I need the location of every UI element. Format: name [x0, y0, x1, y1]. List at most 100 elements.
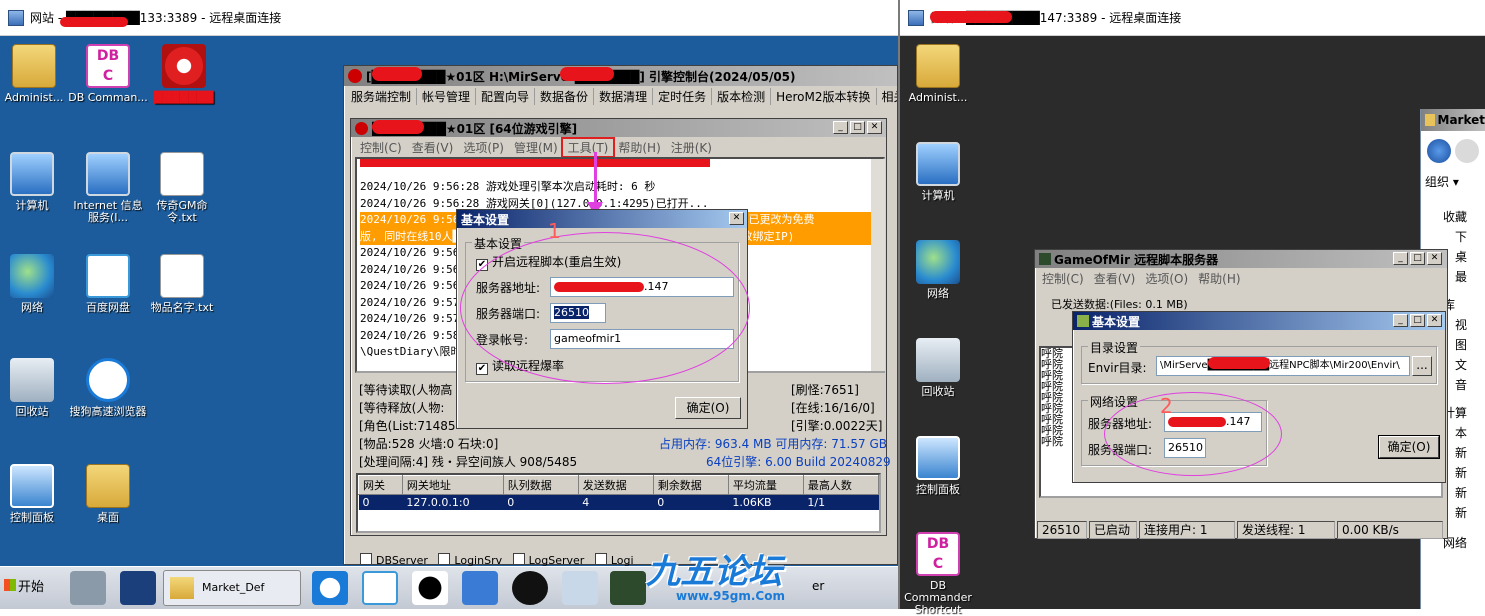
close-button[interactable]: ✕	[1427, 252, 1442, 265]
redaction-blob	[930, 11, 1012, 23]
ok-button[interactable]: 确定(O)	[675, 397, 741, 419]
dialog-titlebar[interactable]: 基本设置	[457, 210, 747, 228]
desktop-icon-redacted[interactable]: ███████	[144, 44, 224, 104]
menu-data-clean[interactable]: 数据清理	[594, 88, 654, 105]
menu-help[interactable]: 帮助(H)	[613, 139, 665, 156]
desktop-icon-control-panel[interactable]: 控制面板	[0, 464, 72, 524]
taskbar-market-def[interactable]: Market_Def	[163, 570, 301, 606]
desktop-icon-network-right[interactable]: 网络	[898, 240, 978, 300]
desktop-icon-admin-right[interactable]: Administ...	[898, 44, 978, 104]
dialog-titlebar[interactable]: 基本设置	[1073, 312, 1445, 330]
close-button[interactable]: ✕	[867, 121, 882, 134]
desktop-icon-baidu[interactable]: 百度网盘	[68, 254, 148, 314]
organize-menu[interactable]: 组织 ▾	[1425, 173, 1459, 190]
menu-view[interactable]: 查看(V)	[407, 139, 459, 156]
menu-scheduled-tasks[interactable]: 定时任务	[653, 88, 713, 105]
desktop-icon-iis[interactable]: Internet 信息服务(I...	[68, 152, 148, 224]
menu-options[interactable]: 选项(O)	[1140, 270, 1193, 287]
menu-manage[interactable]: 管理(M)	[509, 139, 563, 156]
script-server-titlebar[interactable]: GameOfMir 远程脚本服务器	[1035, 250, 1447, 268]
minimize-button[interactable]: _	[833, 121, 848, 134]
menu-server-control[interactable]: 服务端控制	[346, 88, 418, 105]
col-max-users[interactable]: 最高人数	[802, 475, 879, 495]
col-sent[interactable]: 发送数据	[577, 475, 654, 495]
status-port: 26510	[1037, 521, 1087, 539]
close-button[interactable]: ✕	[729, 212, 744, 225]
menu-control[interactable]: 控制(C)	[1037, 270, 1089, 287]
target-icon	[162, 44, 206, 88]
gateway-table[interactable]: 网关 网关地址 队列数据 发送数据 剩余数据 平均流量 最高人数 0 127.0…	[356, 473, 881, 533]
col-remaining[interactable]: 剩余数据	[652, 475, 729, 495]
dbc-icon: DB C	[916, 532, 960, 576]
maximize-button[interactable]: □	[850, 121, 865, 134]
col-gateway-addr[interactable]: 网关地址	[401, 475, 504, 495]
desktop-icon-sogou[interactable]: 搜狗高速浏览器	[68, 358, 148, 418]
server-manager-icon[interactable]	[70, 571, 106, 605]
network-globe-icon	[10, 254, 54, 298]
stat-line: [等待读取(人物高	[359, 383, 453, 397]
desktop-icon-desktop[interactable]: 桌面	[68, 464, 148, 524]
desktop-icon-admin[interactable]: Administ...	[0, 44, 74, 104]
envir-dir-input[interactable]: \MirServe████████远程NPC脚本\Mir200\Envir\	[1156, 356, 1410, 376]
rdp-left-titlebar[interactable]: 网站 - ████████133:3389 - 远程桌面连接	[0, 0, 898, 36]
desktop-icon-network[interactable]: 网络	[0, 254, 72, 314]
desktop-icon-recycle[interactable]: 回收站	[0, 358, 72, 418]
col-queue[interactable]: 队列数据	[502, 475, 579, 495]
start-button[interactable]: 开始	[0, 575, 48, 601]
mir-engine-icon[interactable]	[610, 571, 646, 605]
search-tool-icon[interactable]	[562, 571, 598, 605]
menu-register[interactable]: 注册(K)	[666, 139, 717, 156]
explorer-titlebar[interactable]: Market	[1421, 109, 1485, 131]
envir-label: Envir目录:	[1088, 361, 1147, 375]
browse-button[interactable]: ...	[1412, 356, 1432, 376]
game-engine-menu: 控制(C) 查看(V) 选项(P) 管理(M) 工具(T) 帮助(H) 注册(K…	[351, 137, 886, 158]
control-panel-icon	[10, 464, 54, 508]
yin-yang-icon[interactable]	[412, 571, 448, 605]
desktop-icon-control-panel-right[interactable]: 控制面板	[898, 436, 978, 496]
powershell-icon[interactable]	[120, 571, 156, 605]
menu-view[interactable]: 查看(V)	[1089, 270, 1141, 287]
text-file-icon	[160, 152, 204, 196]
menu-related[interactable]: 相关	[877, 88, 897, 105]
menu-config-wizard[interactable]: 配置向导	[476, 88, 536, 105]
apple-blue-icon[interactable]	[462, 571, 498, 605]
close-button[interactable]: ✕	[1427, 314, 1442, 327]
desktop-icon-computer-right[interactable]: 计算机	[898, 142, 978, 202]
engine-console-titlebar[interactable]: [████████★01区 H:\MirServer███████] 引擎控制台…	[344, 66, 897, 86]
forward-button[interactable]	[1455, 139, 1479, 163]
app-d-icon	[348, 69, 362, 83]
ok-button[interactable]: 确定(O)	[1378, 435, 1440, 459]
nav-item[interactable]: 下	[1443, 227, 1467, 247]
build-status: 64位引擎: 6.00 Build 20240829	[706, 455, 891, 469]
desktop-icon-computer[interactable]: 计算机	[0, 152, 72, 212]
menu-options[interactable]: 选项(P)	[458, 139, 509, 156]
menu-data-backup[interactable]: 数据备份	[535, 88, 595, 105]
minimize-button[interactable]: _	[1393, 252, 1408, 265]
desktop-icon-item-names[interactable]: 物品名字.txt	[142, 254, 222, 314]
desktop-icon-dbcommander[interactable]: DB C DB Comman...	[68, 44, 148, 104]
game-engine-titlebar[interactable]: ████████★01区 [64位游戏引擎]	[351, 119, 886, 137]
menu-help[interactable]: 帮助(H)	[1193, 270, 1245, 287]
sogou-taskbar-icon[interactable]	[312, 571, 348, 605]
back-button[interactable]	[1427, 139, 1451, 163]
apple-black-icon[interactable]	[512, 571, 548, 605]
col-avg-traffic[interactable]: 平均流量	[727, 475, 804, 495]
maximize-button[interactable]: □	[1410, 252, 1425, 265]
nav-favorites[interactable]: 收藏	[1443, 207, 1467, 227]
menu-version-check[interactable]: 版本检测	[712, 88, 772, 105]
redaction-blob	[372, 67, 422, 81]
baidu-taskbar-icon[interactable]	[362, 571, 398, 605]
desktop-icon-gm-commands[interactable]: 传奇GM命令.txt	[142, 152, 222, 224]
menu-account-mgmt[interactable]: 帐号管理	[417, 88, 477, 105]
maximize-button[interactable]: □	[1410, 314, 1425, 327]
desktop-icon-dbc-right[interactable]: DB C DB Commander Shortcut	[898, 532, 978, 616]
taskbar-server-tail[interactable]: er	[812, 579, 824, 593]
desktop-icon-recycle-right[interactable]: 回收站	[898, 338, 978, 398]
menu-control[interactable]: 控制(C)	[355, 139, 407, 156]
minimize-button[interactable]: _	[1393, 314, 1408, 327]
menu-herom2-convert[interactable]: HeroM2版本转换	[771, 88, 877, 105]
log-scrollbar[interactable]	[871, 159, 885, 371]
table-row[interactable]: 0 127.0.0.1:0 0 4 0 1.06KB 1/1	[358, 494, 879, 510]
col-gateway[interactable]: 网关	[358, 475, 403, 495]
menu-tools[interactable]: 工具(T)	[560, 137, 616, 158]
